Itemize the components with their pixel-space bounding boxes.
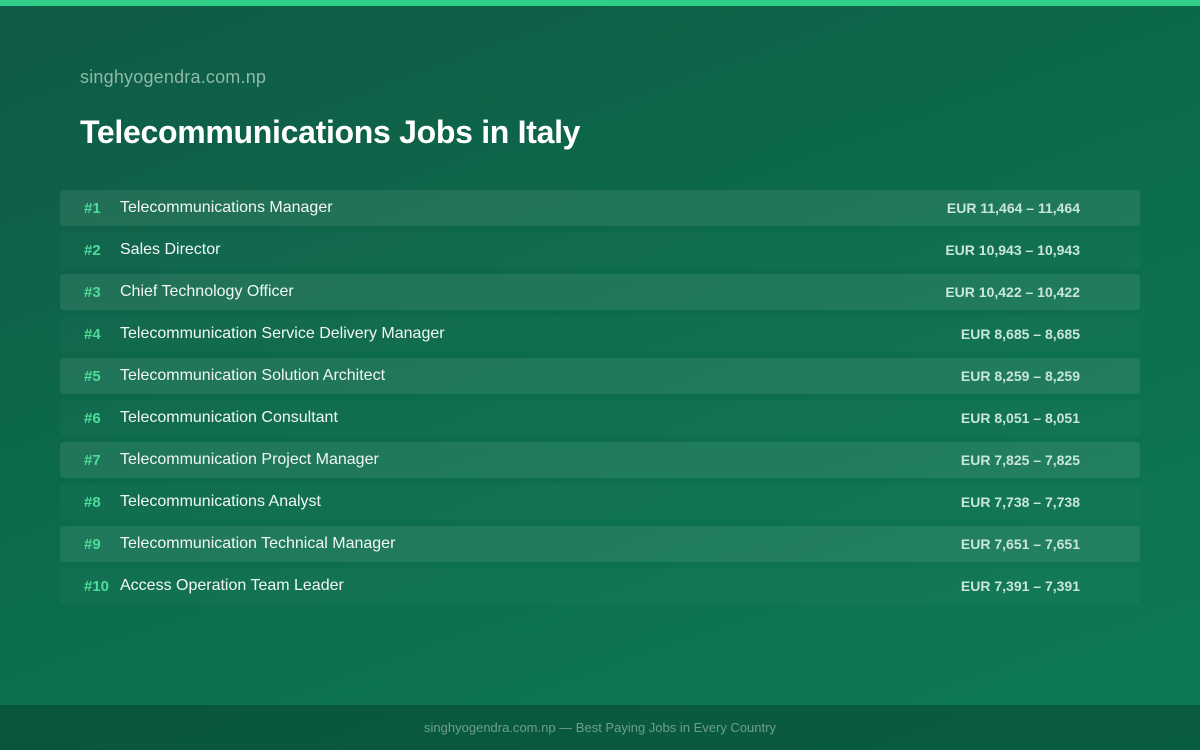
job-row: #9 Telecommunication Technical Manager E… (60, 526, 1140, 562)
job-row: #5 Telecommunication Solution Architect … (60, 358, 1140, 394)
job-row: #2 Sales Director EUR 10,943 – 10,943 (60, 232, 1140, 268)
job-row: #3 Chief Technology Officer EUR 10,422 –… (60, 274, 1140, 310)
footer: singhyogendra.com.np — Best Paying Jobs … (0, 705, 1200, 750)
job-list: #1 Telecommunications Manager EUR 11,464… (60, 190, 1140, 610)
job-title: Telecommunications Manager (120, 199, 333, 216)
job-title: Telecommunication Service Delivery Manag… (120, 325, 445, 342)
job-rank: #9 (84, 535, 101, 553)
job-rank: #8 (84, 493, 101, 511)
job-row: #4 Telecommunication Service Delivery Ma… (60, 316, 1140, 352)
job-salary: EUR 7,738 – 7,738 (960, 494, 1080, 510)
job-row: #7 Telecommunication Project Manager EUR… (60, 442, 1140, 478)
job-rank: #3 (84, 283, 101, 301)
job-rank: #2 (84, 241, 101, 259)
job-salary: EUR 10,943 – 10,943 (945, 242, 1080, 258)
job-row: #1 Telecommunications Manager EUR 11,464… (60, 190, 1140, 226)
site-name: singhyogendra.com.np (80, 67, 267, 87)
job-salary: EUR 8,051 – 8,051 (960, 410, 1080, 426)
job-title: Telecommunication Project Manager (120, 451, 379, 468)
job-title: Chief Technology Officer (120, 283, 294, 300)
page-title: Telecommunications Jobs in Italy (80, 114, 581, 150)
job-title: Telecommunications Analyst (120, 493, 321, 510)
job-rank: #5 (84, 367, 101, 385)
job-title: Telecommunication Consultant (120, 409, 338, 426)
job-rank: #1 (84, 199, 101, 217)
job-rank: #10 (84, 577, 110, 595)
job-row: #6 Telecommunication Consultant EUR 8,05… (60, 400, 1140, 436)
job-title: Telecommunication Solution Architect (120, 367, 386, 384)
job-salary: EUR 10,422 – 10,422 (945, 284, 1080, 300)
job-salary: EUR 7,651 – 7,651 (960, 536, 1080, 552)
job-salary: EUR 11,464 – 11,464 (946, 200, 1080, 216)
top-accent-bar (0, 0, 1200, 6)
job-title: Sales Director (120, 241, 221, 258)
job-rank: #6 (84, 409, 101, 427)
job-rank: #4 (84, 325, 101, 343)
job-salary: EUR 8,685 – 8,685 (960, 326, 1080, 342)
job-row: #10 Access Operation Team Leader EUR 7,3… (60, 568, 1140, 604)
job-title: Telecommunication Technical Manager (120, 535, 396, 552)
job-salary: EUR 7,825 – 7,825 (960, 452, 1080, 468)
job-title: Access Operation Team Leader (120, 577, 344, 594)
job-salary: EUR 8,259 – 8,259 (960, 368, 1080, 384)
job-row: #8 Telecommunications Analyst EUR 7,738 … (60, 484, 1140, 520)
job-salary: EUR 7,391 – 7,391 (960, 578, 1080, 594)
job-rank: #7 (84, 451, 101, 469)
